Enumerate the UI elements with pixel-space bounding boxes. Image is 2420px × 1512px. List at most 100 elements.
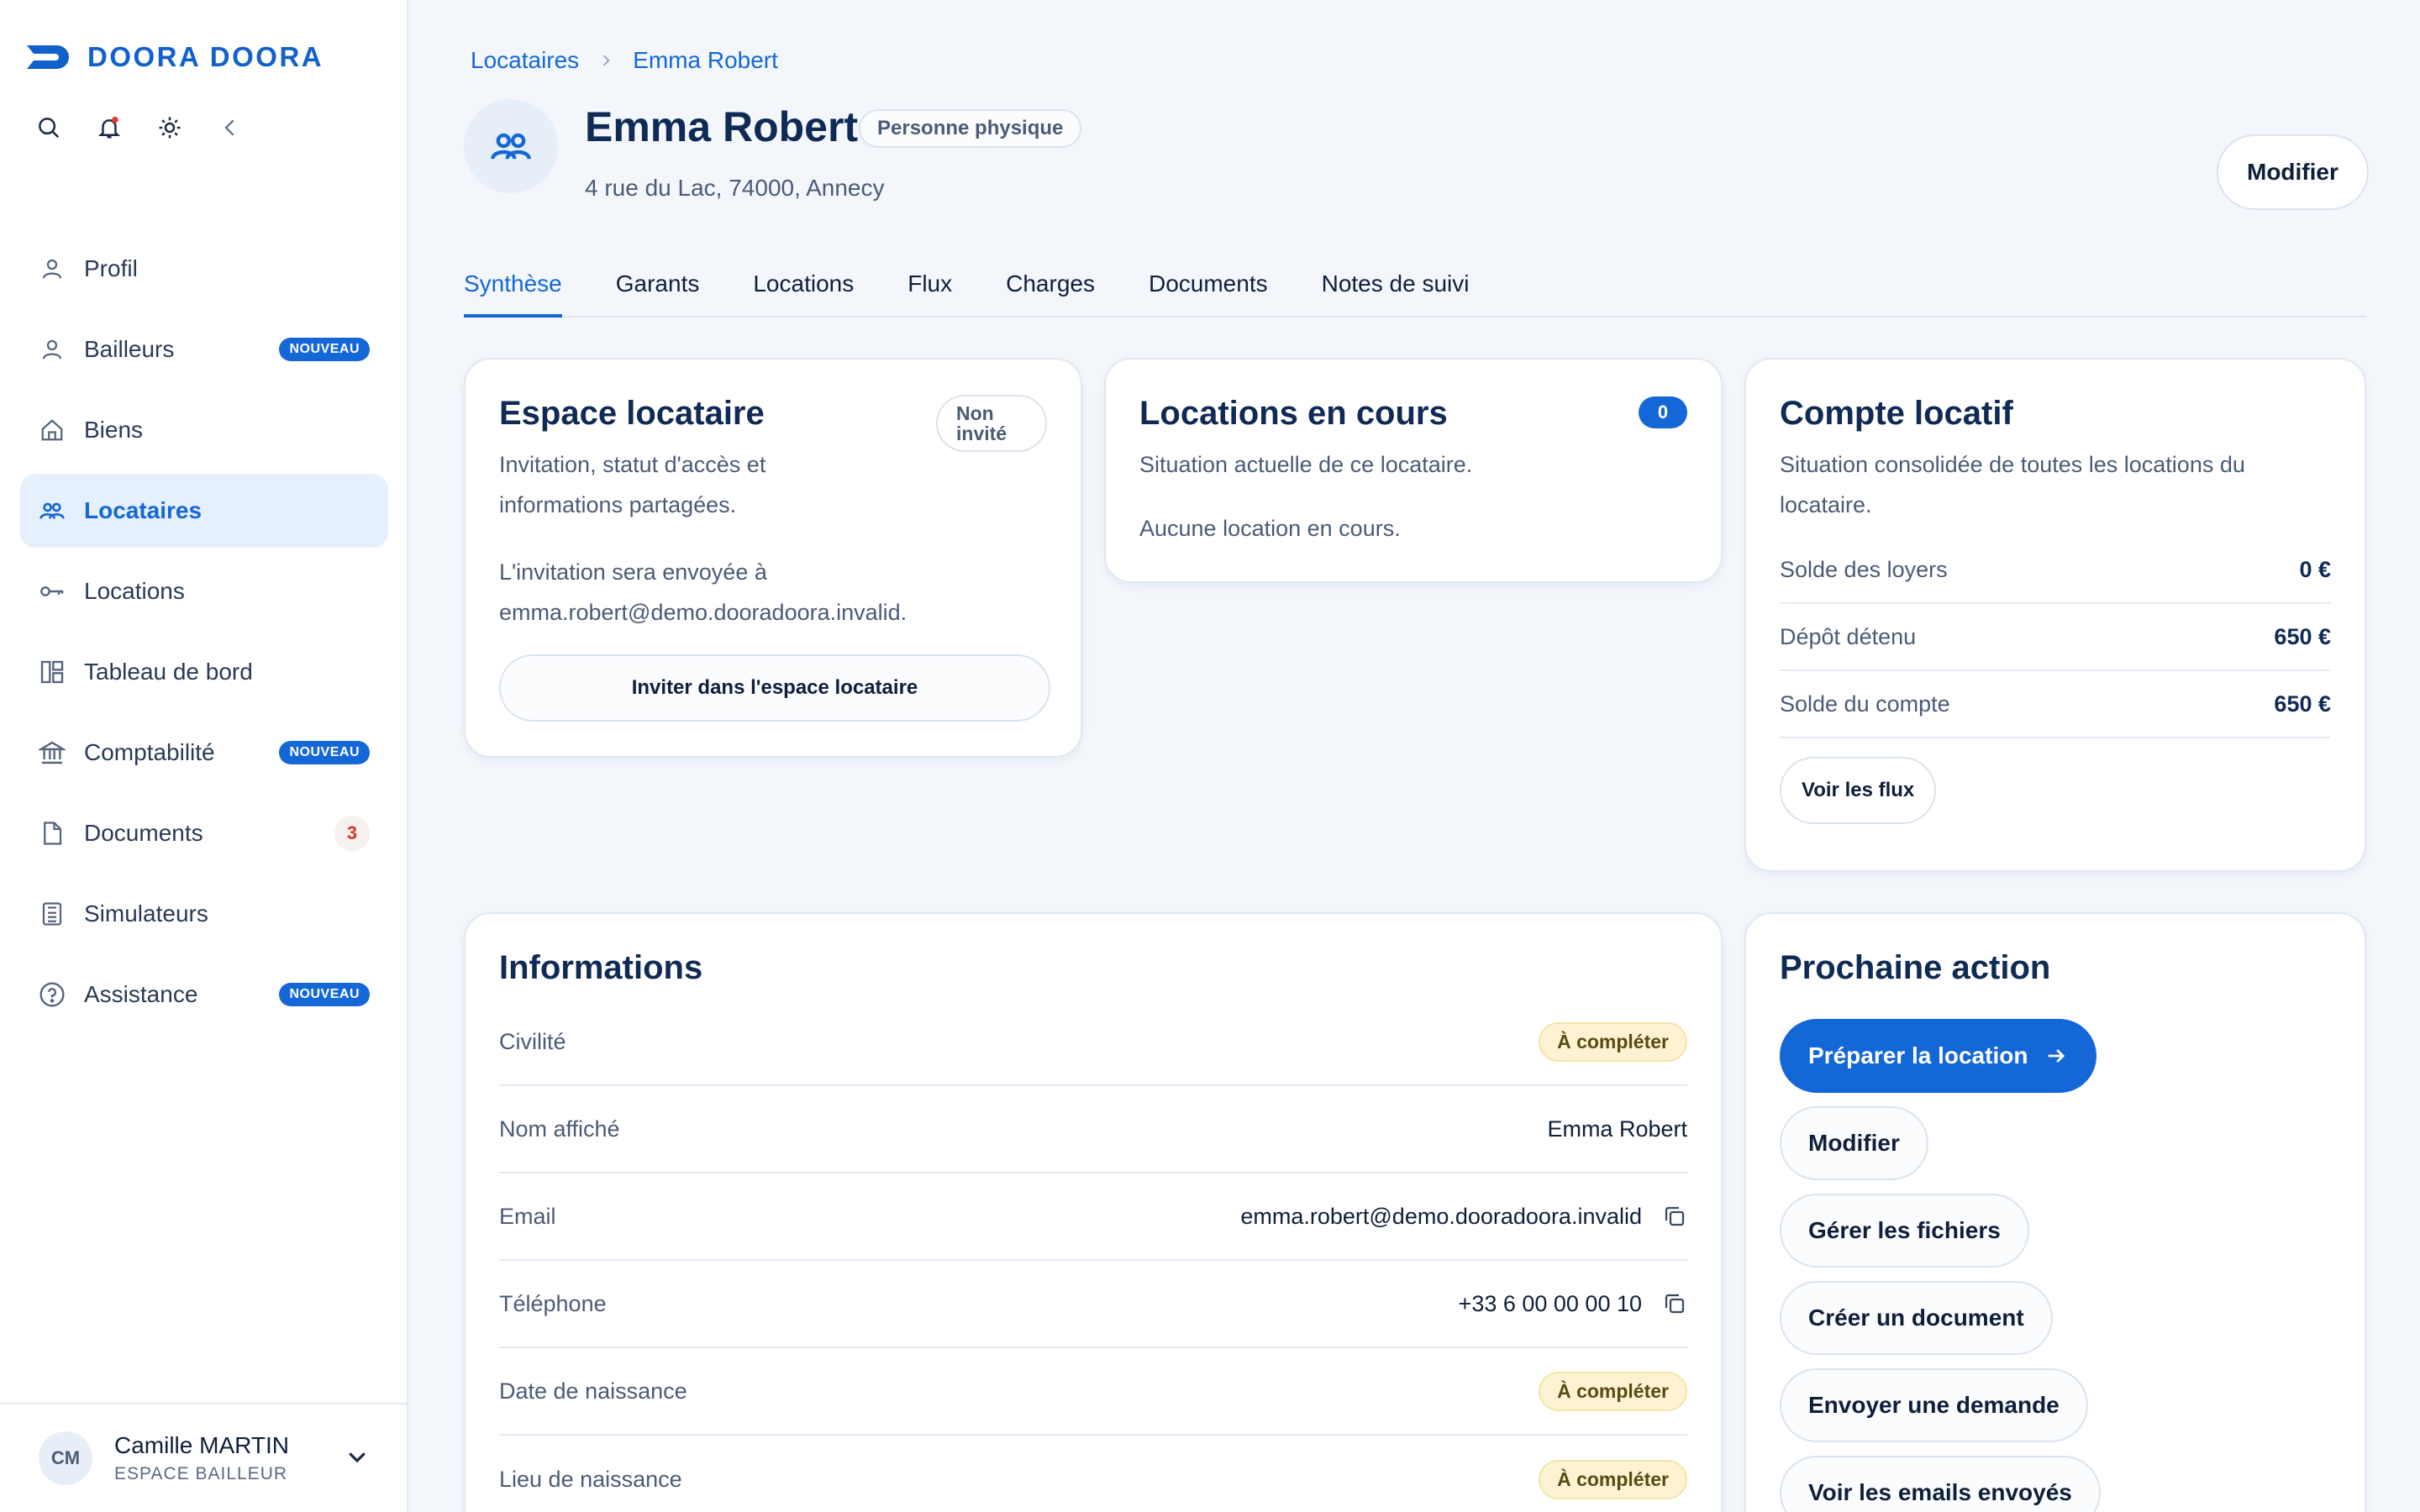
current-rentals-card: Locations en cours 0 Situation actuelle … [1104, 358, 1723, 583]
action-list: Préparer la location Modifier Gérer les … [1780, 1019, 2331, 1512]
info-label: Civilité [499, 1028, 566, 1054]
balance-value: 650 € [2274, 623, 2331, 649]
new-badge: NOUVEAU [279, 338, 370, 361]
user-menu[interactable]: CM Camille MARTIN ESPACE BAILLEUR [0, 1403, 408, 1512]
breadcrumb-current: Emma Robert [633, 47, 778, 73]
bank-icon [37, 738, 67, 768]
info-row-civilite: Civilité À compléter [499, 999, 1687, 1086]
sidebar-item-label: Comptabilité [84, 739, 215, 765]
create-document-button[interactable]: Créer un document [1780, 1281, 2053, 1355]
search-icon[interactable] [35, 114, 62, 141]
help-icon [37, 979, 67, 1010]
manage-files-button[interactable]: Gérer les fichiers [1780, 1194, 2029, 1268]
copy-icon[interactable] [1662, 1291, 1687, 1316]
logo[interactable]: DOORA DOORA [25, 40, 324, 74]
dashboard-icon [37, 657, 67, 687]
sidebar-nav: Profil Bailleurs NOUVEAU Biens Locataire… [20, 232, 388, 1038]
send-request-button[interactable]: Envoyer une demande [1780, 1368, 2088, 1442]
chevron-down-icon[interactable] [345, 1444, 370, 1473]
tab-synthese[interactable]: Synthèse [464, 267, 562, 318]
balance-row: Solde du compte 650 € [1780, 671, 2331, 738]
modify-action-button[interactable]: Modifier [1780, 1106, 1928, 1180]
info-row-lieu-de-naissance: Lieu de naissance À compléter [499, 1436, 1687, 1512]
sidebar-item-bailleurs[interactable]: Bailleurs NOUVEAU [20, 312, 388, 386]
info-row-nom-affiche: Nom affiché Emma Robert [499, 1086, 1687, 1173]
main-content: Locataires Emma Robert Emma Robert Perso… [408, 0, 2420, 1512]
to-complete-badge: À compléter [1539, 1371, 1687, 1411]
info-value: Emma Robert [1547, 1116, 1687, 1142]
calculator-icon [37, 899, 67, 929]
sun-icon[interactable] [156, 114, 183, 141]
bell-icon[interactable] [96, 114, 123, 141]
sidebar-item-locations[interactable]: Locations [20, 554, 388, 628]
card-title: Informations [499, 949, 703, 986]
sidebar-item-label: Locations [84, 578, 185, 604]
card-title: Locations en cours [1139, 395, 1448, 432]
tab-garants[interactable]: Garants [616, 267, 700, 318]
prepare-rental-button[interactable]: Préparer la location [1780, 1019, 2097, 1093]
tab-locations[interactable]: Locations [753, 267, 854, 318]
card-description: Situation actuelle de ce locataire. [1139, 452, 1473, 477]
card-description: Situation consolidée de toutes les locat… [1780, 452, 2245, 517]
tab-documents[interactable]: Documents [1149, 267, 1268, 318]
sidebar-item-label: Assistance [84, 981, 198, 1007]
breadcrumb-root-link[interactable]: Locataires [471, 47, 579, 74]
modify-button[interactable]: Modifier [2217, 134, 2369, 210]
tenant-address: 4 rue du Lac, 74000, Annecy [585, 175, 885, 201]
user-role: ESPACE BAILLEUR [114, 1464, 288, 1483]
sidebar-item-tableau-de-bord[interactable]: Tableau de bord [20, 635, 388, 709]
sidebar-item-simulateurs[interactable]: Simulateurs [20, 877, 388, 951]
balance-row: Dépôt détenu 650 € [1780, 604, 2331, 671]
sidebar-item-comptabilite[interactable]: Comptabilité NOUVEAU [20, 716, 388, 790]
balance-label: Solde des loyers [1780, 556, 1948, 582]
view-flows-button[interactable]: Voir les flux [1780, 757, 1937, 824]
info-label: Date de naissance [499, 1378, 687, 1404]
sidebar-item-assistance[interactable]: Assistance NOUVEAU [20, 958, 388, 1032]
sidebar-item-profil[interactable]: Profil [20, 232, 388, 306]
sidebar-item-biens[interactable]: Biens [20, 393, 388, 467]
user-icon [37, 334, 67, 365]
user-name: Camille MARTIN [114, 1432, 289, 1458]
balance-label: Dépôt détenu [1780, 623, 1917, 649]
copy-icon[interactable] [1662, 1204, 1687, 1229]
sidebar-item-locataires[interactable]: Locataires [20, 474, 388, 548]
rental-account-card: Compte locatif Situation consolidée de t… [1744, 358, 2366, 872]
key-icon [37, 576, 67, 606]
info-label: Lieu de naissance [499, 1466, 682, 1492]
sidebar-item-label: Documents [84, 820, 203, 846]
new-badge: NOUVEAU [279, 983, 370, 1006]
logo-text: DOORA DOORA [87, 41, 324, 72]
info-value-group: +33 6 00 00 00 10 [1459, 1291, 1687, 1317]
invite-info: L'invitation sera envoyée à emma.robert@… [499, 559, 908, 625]
tabs: Synthèse Garants Locations Flux Charges … [464, 267, 2366, 318]
avatar: CM [39, 1431, 92, 1485]
sidebar-item-label: Bailleurs [84, 336, 175, 362]
user-info: Camille MARTIN ESPACE BAILLEUR [114, 1432, 345, 1484]
info-label: Email [499, 1203, 556, 1229]
chevron-right-icon [603, 55, 610, 66]
rentals-count-badge: 0 [1639, 396, 1687, 428]
user-icon [37, 254, 67, 284]
sidebar-item-label: Simulateurs [84, 900, 208, 927]
tab-flux[interactable]: Flux [908, 267, 952, 318]
collapse-chevron-icon[interactable] [217, 114, 244, 141]
tab-charges[interactable]: Charges [1006, 267, 1095, 318]
users-icon [491, 133, 531, 160]
sidebar-item-label: Tableau de bord [84, 659, 253, 685]
info-row-telephone: Téléphone +33 6 00 00 00 10 [499, 1261, 1687, 1348]
sidebar-item-label: Locataires [84, 497, 203, 523]
phone-value: +33 6 00 00 00 10 [1458, 1290, 1642, 1316]
sidebar-item-documents[interactable]: Documents 3 [20, 796, 388, 870]
home-icon [37, 415, 67, 445]
new-badge: NOUVEAU [279, 741, 370, 764]
tab-notes-de-suivi[interactable]: Notes de suivi [1322, 267, 1470, 318]
view-sent-emails-button[interactable]: Voir les emails envoyés [1780, 1456, 2101, 1512]
next-action-card: Prochaine action Préparer la location Mo… [1744, 912, 2366, 1512]
info-value-group: emma.robert@demo.dooradoora.invalid [1240, 1204, 1687, 1230]
invite-status-badge: Non invité [936, 395, 1047, 452]
card-description: Invitation, statut d'accès et informatio… [499, 452, 766, 517]
info-label: Nom affiché [499, 1116, 620, 1142]
invite-tenant-button[interactable]: Inviter dans l'espace locataire [499, 654, 1050, 722]
document-icon [37, 818, 67, 848]
balance-label: Solde du compte [1780, 690, 1950, 717]
